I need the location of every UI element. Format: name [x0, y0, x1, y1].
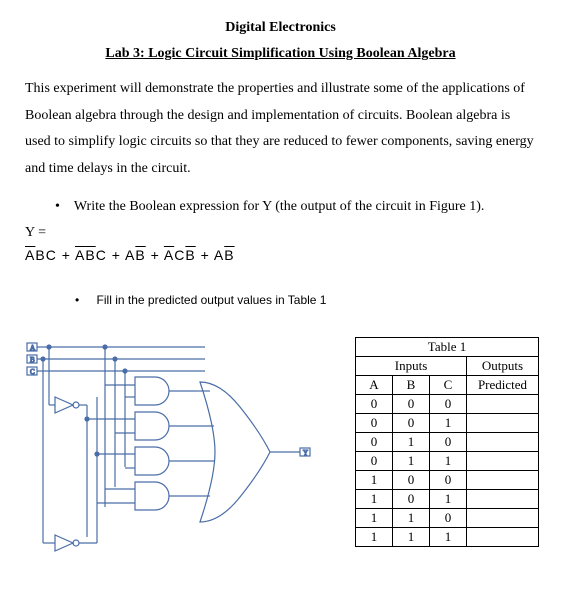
cell-c: 1: [430, 490, 467, 509]
cell-p: [467, 471, 539, 490]
cell-a: 0: [356, 452, 393, 471]
circuit-diagram: A B C: [25, 337, 325, 557]
cell-b: 1: [393, 433, 430, 452]
lab-subtitle: Lab 3: Logic Circuit Simplification Usin…: [25, 46, 536, 62]
term5-b: B: [224, 247, 234, 263]
cell-b: 0: [393, 414, 430, 433]
term2-a: A: [75, 247, 85, 263]
cell-p: [467, 395, 539, 414]
cell-b: 0: [393, 395, 430, 414]
term1-b: B: [35, 247, 45, 263]
col-b: B: [393, 376, 430, 395]
col-c: C: [430, 376, 467, 395]
expression-label: Y =: [25, 225, 536, 241]
cell-p: [467, 433, 539, 452]
header-outputs: Outputs: [467, 357, 539, 376]
cell-c: 0: [430, 509, 467, 528]
term3-b: B: [135, 247, 145, 263]
bullet-dot-icon: •: [55, 196, 60, 217]
plus-2: +: [112, 247, 125, 263]
circuit-svg: A B C: [25, 337, 325, 557]
term4-b: B: [185, 247, 195, 263]
cell-a: 1: [356, 528, 393, 547]
cell-c: 0: [430, 433, 467, 452]
table-row: 101: [356, 490, 539, 509]
cell-b: 0: [393, 490, 430, 509]
term3-a: A: [125, 247, 135, 263]
term1-c: C: [46, 247, 57, 263]
term1-a: A: [25, 247, 35, 263]
table-row: 000: [356, 395, 539, 414]
term4-a: A: [164, 247, 174, 263]
cell-c: 0: [430, 395, 467, 414]
plus-1: +: [62, 247, 75, 263]
intro-paragraph: This experiment will demonstrate the pro…: [25, 76, 536, 182]
bullet-2-text: Fill in the predicted output values in T…: [97, 293, 327, 307]
page-title: Digital Electronics: [25, 20, 536, 36]
table-row: 111: [356, 528, 539, 547]
plus-3: +: [151, 247, 164, 263]
col-a: A: [356, 376, 393, 395]
bullet-1-text: Write the Boolean expression for Y (the …: [74, 196, 485, 217]
bullet-item-2: • Fill in the predicted output values in…: [75, 293, 536, 307]
table-row: 011: [356, 452, 539, 471]
cell-b: 1: [393, 452, 430, 471]
term4-c: C: [174, 247, 185, 263]
svg-text:C: C: [30, 368, 35, 376]
bullet-dot-icon: •: [75, 293, 79, 307]
cell-c: 1: [430, 414, 467, 433]
cell-p: [467, 452, 539, 471]
term5-a: A: [214, 247, 224, 263]
cell-a: 0: [356, 395, 393, 414]
col-predicted: Predicted: [467, 376, 539, 395]
cell-b: 1: [393, 528, 430, 547]
term2-b: B: [85, 247, 95, 263]
cell-a: 1: [356, 490, 393, 509]
cell-a: 0: [356, 414, 393, 433]
handwritten-expression: ABC + ABC + AB + ACB + AB: [25, 247, 536, 263]
bullet-item-1: • Write the Boolean expression for Y (th…: [55, 196, 536, 217]
table-row: 010: [356, 433, 539, 452]
header-inputs: Inputs: [356, 357, 467, 376]
cell-b: 0: [393, 471, 430, 490]
svg-text:A: A: [30, 344, 35, 352]
svg-text:Y: Y: [303, 449, 308, 457]
cell-p: [467, 509, 539, 528]
table-row: 100: [356, 471, 539, 490]
cell-p: [467, 528, 539, 547]
plus-4: +: [201, 247, 214, 263]
cell-c: 1: [430, 452, 467, 471]
svg-text:B: B: [30, 356, 35, 364]
cell-p: [467, 414, 539, 433]
truth-table: Table 1 Inputs Outputs A B C Predicted 0…: [355, 337, 539, 547]
cell-p: [467, 490, 539, 509]
cell-a: 1: [356, 509, 393, 528]
cell-c: 1: [430, 528, 467, 547]
cell-a: 0: [356, 433, 393, 452]
cell-c: 0: [430, 471, 467, 490]
table-title: Table 1: [356, 338, 539, 357]
cell-a: 1: [356, 471, 393, 490]
table-row: 110: [356, 509, 539, 528]
cell-b: 1: [393, 509, 430, 528]
table-row: 001: [356, 414, 539, 433]
term2-c: C: [96, 247, 107, 263]
